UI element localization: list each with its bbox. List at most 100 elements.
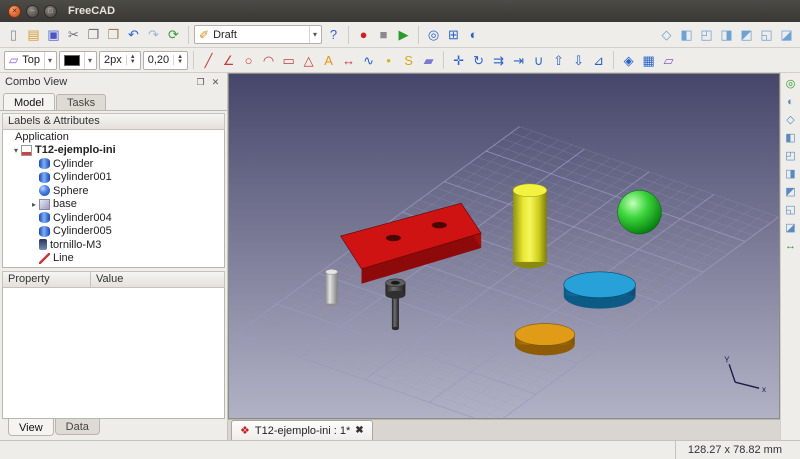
- tab-model[interactable]: Model: [3, 93, 55, 110]
- workbench-selector[interactable]: ✐ Draft ▾: [194, 25, 322, 44]
- zoom-all-icon[interactable]: ◎: [424, 25, 443, 44]
- tree-item-tornillo-m3[interactable]: tornillo-M3: [3, 238, 224, 252]
- draft-circle-icon[interactable]: ○: [239, 51, 258, 70]
- property-column-header[interactable]: Property: [3, 272, 91, 287]
- save-icon[interactable]: ▣: [44, 25, 63, 44]
- dropdown-arrow-icon[interactable]: ▾: [44, 52, 52, 69]
- tree-item-cylinder005[interactable]: Cylinder005: [3, 225, 224, 239]
- tree-item-cylinder004[interactable]: Cylinder004: [3, 211, 224, 225]
- macro-record-icon[interactable]: ●: [354, 25, 373, 44]
- redo-icon[interactable]: ↷: [144, 25, 163, 44]
- zoom-box-icon[interactable]: ⊞: [444, 25, 463, 44]
- value-column-header[interactable]: Value: [91, 272, 224, 287]
- object-yellow-cylinder[interactable]: [513, 184, 547, 269]
- draft-upgrade-icon[interactable]: ⇧: [549, 51, 568, 70]
- draft-downgrade-icon[interactable]: ⇩: [569, 51, 588, 70]
- draft-arc-icon[interactable]: ◠: [259, 51, 278, 70]
- new-file-icon[interactable]: ▯: [4, 25, 23, 44]
- draft-facebinder-icon[interactable]: ▰: [419, 51, 438, 70]
- expander-icon[interactable]: ▾: [11, 146, 21, 155]
- tree-item-base[interactable]: ▸base: [3, 198, 224, 212]
- macro-stop-icon[interactable]: ■: [374, 25, 393, 44]
- tab-view[interactable]: View: [8, 419, 54, 436]
- view-fit-all-icon[interactable]: ◎: [782, 76, 800, 93]
- maximize-button[interactable]: □: [44, 5, 57, 18]
- draft-shapestring-icon[interactable]: S: [399, 51, 418, 70]
- 3d-viewport[interactable]: x Y: [228, 73, 780, 419]
- view-left-icon[interactable]: ◪: [777, 25, 796, 44]
- draft-point-icon[interactable]: •: [379, 51, 398, 70]
- object-blue-disc[interactable]: [564, 272, 636, 309]
- view-axonometric-icon[interactable]: ◇: [782, 112, 800, 129]
- paste-icon[interactable]: ❒: [104, 25, 123, 44]
- close-panel-icon[interactable]: ✕: [209, 76, 222, 89]
- tree-item-line[interactable]: Line: [3, 252, 224, 266]
- view-bottom-icon[interactable]: ◱: [757, 25, 776, 44]
- line-color-picker[interactable]: ▾: [59, 51, 97, 70]
- snap-lock-icon[interactable]: ◈: [619, 51, 638, 70]
- spinner-arrows-icon[interactable]: [173, 55, 183, 65]
- document-tab[interactable]: ❖ T12-ejemplo-ini : 1* ✖: [231, 420, 373, 440]
- close-tab-icon[interactable]: ✖: [355, 425, 363, 436]
- tab-tasks[interactable]: Tasks: [56, 94, 106, 110]
- line-width-select[interactable]: 2px: [99, 51, 141, 70]
- tab-data[interactable]: Data: [55, 419, 100, 435]
- view-rear-icon[interactable]: ◩: [737, 25, 756, 44]
- view-front-icon[interactable]: ◧: [782, 130, 800, 147]
- tree-item-application[interactable]: Application: [3, 130, 224, 144]
- view-front-icon[interactable]: ◧: [677, 25, 696, 44]
- copy-icon[interactable]: ❐: [84, 25, 103, 44]
- draft-trimex-icon[interactable]: ⇥: [509, 51, 528, 70]
- view-bottom-icon[interactable]: ◱: [782, 202, 800, 219]
- spinner-arrows-icon[interactable]: [126, 55, 136, 65]
- tree-item-cylinder001[interactable]: Cylinder001: [3, 171, 224, 185]
- tree-item-t12-ejemplo-ini[interactable]: ▾ T12-ejemplo-ini: [3, 144, 224, 158]
- titlebar[interactable]: ✕ − □ FreeCAD: [0, 0, 800, 22]
- object-green-sphere[interactable]: [618, 190, 662, 234]
- draft-rectangle-icon[interactable]: ▭: [279, 51, 298, 70]
- scale-spinbox[interactable]: 0,20: [143, 51, 188, 70]
- view-top-icon[interactable]: ◰: [697, 25, 716, 44]
- expander-icon[interactable]: ▸: [29, 200, 39, 209]
- draft-text-icon[interactable]: A: [319, 51, 338, 70]
- view-draw-style-icon[interactable]: ◐: [782, 94, 800, 111]
- object-gray-cylinder[interactable]: [326, 269, 338, 306]
- draft-scale-icon[interactable]: ⊿: [589, 51, 608, 70]
- draft-line-icon[interactable]: ╱: [199, 51, 218, 70]
- cut-icon[interactable]: ✂: [64, 25, 83, 44]
- refresh-icon[interactable]: ⟳: [164, 25, 183, 44]
- draw-style-icon[interactable]: ◐: [464, 25, 483, 44]
- draft-polygon-icon[interactable]: △: [299, 51, 318, 70]
- view-top-icon[interactable]: ◰: [782, 148, 800, 165]
- undo-icon[interactable]: ↶: [124, 25, 143, 44]
- view-rear-icon[interactable]: ◩: [782, 184, 800, 201]
- toggle-grid-icon[interactable]: ▦: [639, 51, 658, 70]
- view-right-icon[interactable]: ◨: [717, 25, 736, 44]
- measure-distance-icon[interactable]: ↔: [782, 238, 800, 255]
- draft-bspline-icon[interactable]: ∿: [359, 51, 378, 70]
- float-panel-icon[interactable]: ❐: [194, 76, 207, 89]
- whats-this-icon[interactable]: ?: [324, 25, 343, 44]
- draft-polyline-icon[interactable]: ∠: [219, 51, 238, 70]
- tree-item-cylinder[interactable]: Cylinder: [3, 157, 224, 171]
- working-plane-icon[interactable]: ▱: [659, 51, 678, 70]
- draft-move-icon[interactable]: ✛: [449, 51, 468, 70]
- draft-rotate-icon[interactable]: ↻: [469, 51, 488, 70]
- macro-play-icon[interactable]: ▶: [394, 25, 413, 44]
- dropdown-arrow-icon[interactable]: ▾: [309, 26, 317, 43]
- view-plane-button[interactable]: ▱ Top ▾: [4, 51, 57, 70]
- close-button[interactable]: ✕: [8, 5, 21, 18]
- dropdown-arrow-icon[interactable]: ▾: [84, 52, 92, 69]
- view-axonometric-icon[interactable]: ◇: [657, 25, 676, 44]
- draft-offset-icon[interactable]: ⇉: [489, 51, 508, 70]
- viewport-canvas[interactable]: x Y: [229, 74, 779, 418]
- draft-dimension-icon[interactable]: ↔: [339, 51, 358, 70]
- tree-item-sphere[interactable]: Sphere: [3, 184, 224, 198]
- tree-item-label: T12-ejemplo-ini: [35, 144, 116, 156]
- minimize-button[interactable]: −: [26, 5, 39, 18]
- view-left-icon[interactable]: ◪: [782, 220, 800, 237]
- object-orange-disc[interactable]: [515, 324, 575, 356]
- draft-join-icon[interactable]: ∪: [529, 51, 548, 70]
- open-folder-icon[interactable]: ▤: [24, 25, 43, 44]
- view-right-icon[interactable]: ◨: [782, 166, 800, 183]
